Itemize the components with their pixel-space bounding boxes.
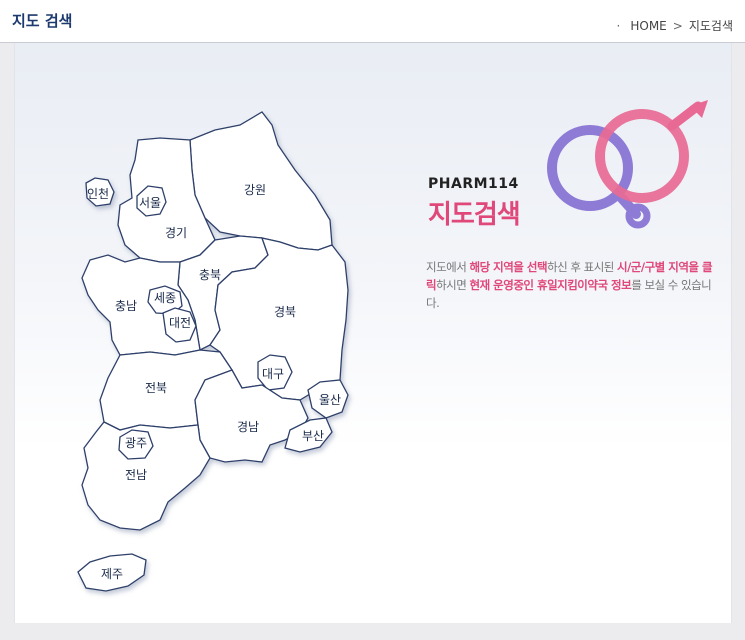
desc-highlight: 현재 운영중인 휴일지킴이약국 정보: [469, 278, 632, 292]
desc-highlight: 해당 지역을 선택: [469, 260, 548, 274]
region-ulsan[interactable]: [307, 379, 349, 419]
pharmacy-symbol-icon: [547, 100, 708, 229]
intro-description: 지도에서 해당 지역을 선택하신 후 표시된 시/군/구별 지역을 클릭하시면 …: [426, 258, 716, 312]
intro-title-block: PHARM114 지도검색: [428, 176, 521, 231]
desc-part: 하신 후 표시된: [547, 260, 618, 274]
brand-name: PHARM114: [428, 176, 519, 192]
region-gwangju[interactable]: [118, 429, 154, 460]
region-incheon[interactable]: [85, 177, 115, 207]
desc-part: 지도에서: [426, 260, 470, 274]
desc-part: 하시면: [436, 278, 470, 292]
region-jeju[interactable]: [77, 553, 147, 592]
intro-heading: 지도검색: [428, 200, 521, 230]
region-gangwon[interactable]: [189, 111, 333, 251]
